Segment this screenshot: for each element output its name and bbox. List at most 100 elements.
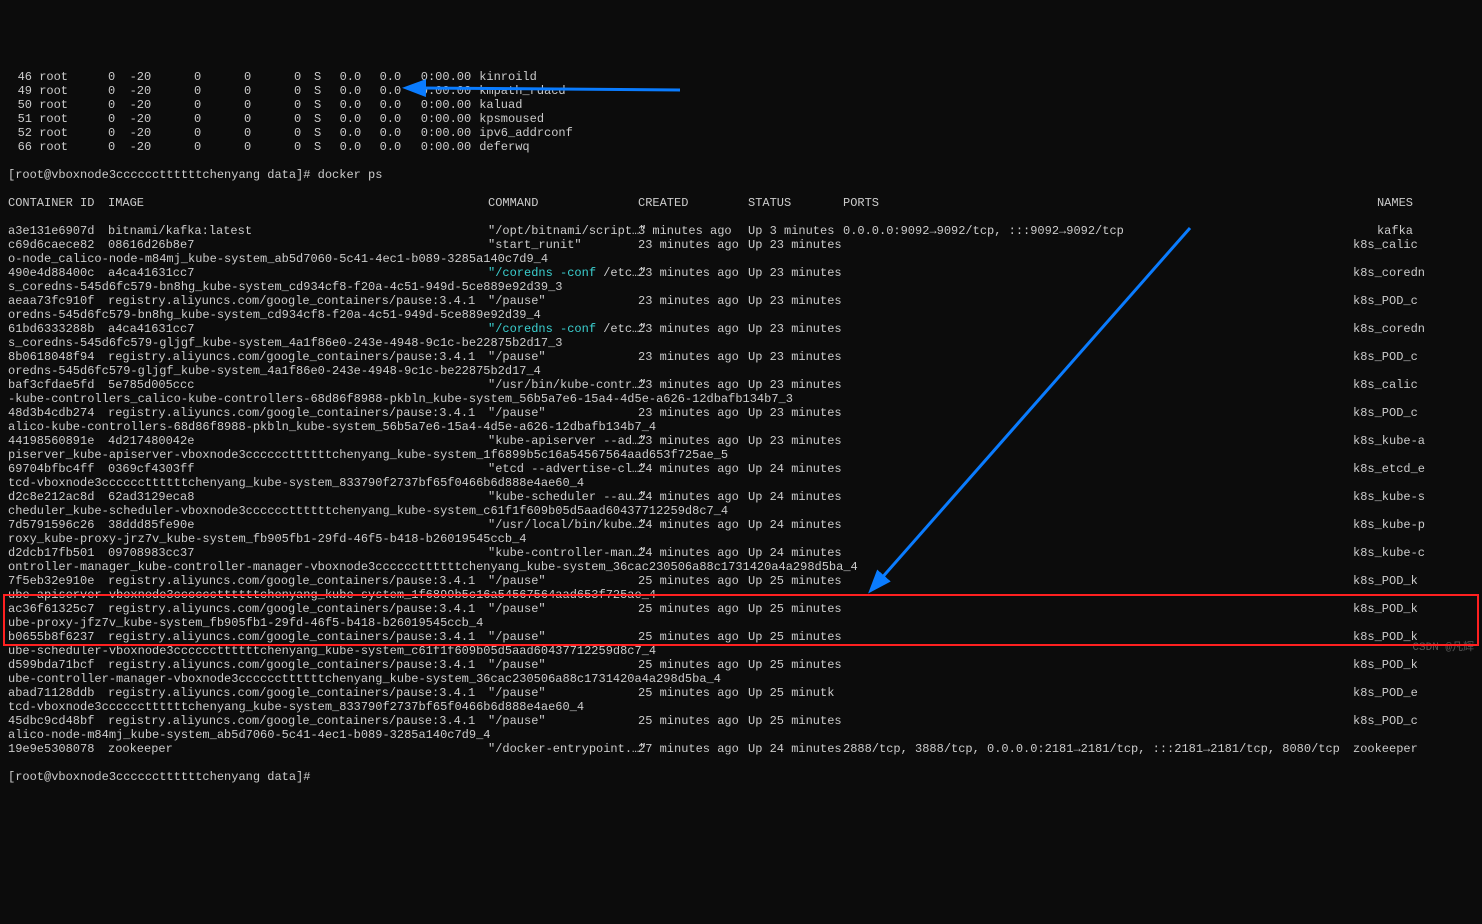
container-status: Up 24 minutes <box>748 490 843 504</box>
container-id: aeaa73fc910f <box>8 294 108 308</box>
container-status: Up 25 minutes <box>748 658 843 672</box>
container-image: 5e785d005ccc <box>108 378 488 392</box>
container-id: ac36f61325c7 <box>8 602 108 616</box>
header-created: CREATED <box>638 196 748 210</box>
container-name-wrap: alico-kube-controllers-68d86f8988-pkbln_… <box>8 420 1474 434</box>
container-created: 25 minutes ago <box>638 686 748 700</box>
container-command: "/pause" <box>488 658 638 672</box>
container-created: 25 minutes ago <box>638 630 748 644</box>
container-status: Up 23 minutes <box>748 266 843 280</box>
container-created: 24 minutes ago <box>638 490 748 504</box>
ps-row: 66 root0-20000S0.00.00:00.00deferwq <box>8 140 1474 154</box>
container-command: "kube-scheduler --au…" <box>488 490 638 504</box>
container-id: 19e9e5308078 <box>8 742 108 756</box>
container-id: 7f5eb32e910e <box>8 574 108 588</box>
container-created: 23 minutes ago <box>638 294 748 308</box>
container-image: 09708983cc37 <box>108 546 488 560</box>
container-name-wrap: o-node_calico-node-m84mj_kube-system_ab5… <box>8 252 1474 266</box>
ps-row: 49 root0-20000S0.00.00:00.00kmpath_rdacd <box>8 84 1474 98</box>
container-name: k8s_POD_c <box>1353 714 1413 728</box>
container-name-wrap: s_coredns-545d6fc579-gljgf_kube-system_4… <box>8 336 1474 350</box>
container-name-wrap: oredns-545d6fc579-gljgf_kube-system_4a1f… <box>8 364 1474 378</box>
container-row: d2c8e212ac8d62ad3129eca8"kube-scheduler … <box>8 490 1474 504</box>
container-id: c69d6caece82 <box>8 238 108 252</box>
container-name: k8s_calic <box>1353 238 1413 252</box>
container-image: registry.aliyuncs.com/google_containers/… <box>108 714 488 728</box>
container-id: 8b0618048f94 <box>8 350 108 364</box>
prompt-line-2[interactable]: [root@vboxnode3ccccccttttttchenyang data… <box>8 770 1474 784</box>
terminal-output[interactable]: 46 root0-20000S0.00.00:00.00kinroild49 r… <box>0 56 1482 798</box>
container-command: "/pause" <box>488 714 638 728</box>
container-name: zookeeper <box>1353 742 1413 756</box>
container-status: Up 24 minutes <box>748 462 843 476</box>
header-image: IMAGE <box>108 196 488 210</box>
container-row: a3e131e6907dbitnami/kafka:latest"/opt/bi… <box>8 224 1474 238</box>
container-name-wrap: ube-scheduler-vboxnode3ccccccttttttcheny… <box>8 644 1474 658</box>
container-image: 62ad3129eca8 <box>108 490 488 504</box>
container-created: 25 minutes ago <box>638 602 748 616</box>
container-name: k8s_coredn <box>1353 266 1413 280</box>
container-name-wrap: -kube-controllers_calico-kube-controller… <box>8 392 1474 406</box>
container-command: "/coredns -conf /etc…" <box>488 266 638 280</box>
container-row: 61bd6333288ba4ca41631cc7"/coredns -conf … <box>8 322 1474 336</box>
container-row: b0655b8f6237registry.aliyuncs.com/google… <box>8 630 1474 644</box>
container-name: k8s_POD_k <box>1353 602 1413 616</box>
container-command: "kube-apiserver --ad…" <box>488 434 638 448</box>
container-created: 23 minutes ago <box>638 266 748 280</box>
container-name-wrap: ube-apiserver-vboxnode3ccccccttttttcheny… <box>8 588 1474 602</box>
container-created: 23 minutes ago <box>638 434 748 448</box>
container-name-wrap: piserver_kube-apiserver-vboxnode3cccccct… <box>8 448 1474 462</box>
header-status: STATUS <box>748 196 843 210</box>
container-command: "etcd --advertise-cl…" <box>488 462 638 476</box>
container-command: "/pause" <box>488 686 638 700</box>
container-name: k8s_kube-a <box>1353 434 1413 448</box>
container-row: 45dbc9cd48bfregistry.aliyuncs.com/google… <box>8 714 1474 728</box>
container-row: 490e4d88400ca4ca41631cc7"/coredns -conf … <box>8 266 1474 280</box>
container-command: "/pause" <box>488 574 638 588</box>
container-image: 38ddd85fe90e <box>108 518 488 532</box>
container-row: c69d6caece8208616d26b8e7"start_runit"23 … <box>8 238 1474 252</box>
container-command: "kube-controller-man…" <box>488 546 638 560</box>
container-row: 8b0618048f94registry.aliyuncs.com/google… <box>8 350 1474 364</box>
container-name: k8s_POD_c <box>1353 406 1413 420</box>
container-row: 7d5791596c2638ddd85fe90e"/usr/local/bin/… <box>8 518 1474 532</box>
container-id: 48d3b4cdb274 <box>8 406 108 420</box>
container-created: 25 minutes ago <box>638 714 748 728</box>
container-id: d2dcb17fb501 <box>8 546 108 560</box>
container-status: Up 23 minutes <box>748 350 843 364</box>
container-id: b0655b8f6237 <box>8 630 108 644</box>
container-command: "/opt/bitnami/script…" <box>488 224 638 238</box>
container-row: 44198560891e4d217480042e"kube-apiserver … <box>8 434 1474 448</box>
container-status: Up 23 minutes <box>748 434 843 448</box>
container-image: 4d217480042e <box>108 434 488 448</box>
header-id: CONTAINER ID <box>8 196 108 210</box>
container-created: 24 minutes ago <box>638 462 748 476</box>
container-status: Up 25 minutes <box>748 714 843 728</box>
container-row: 48d3b4cdb274registry.aliyuncs.com/google… <box>8 406 1474 420</box>
container-created: 25 minutes ago <box>638 574 748 588</box>
container-status: Up 23 minutes <box>748 238 843 252</box>
container-created: 27 minutes ago <box>638 742 748 756</box>
container-row: abad71128ddbregistry.aliyuncs.com/google… <box>8 686 1474 700</box>
container-name: k8s_kube-s <box>1353 490 1413 504</box>
container-id: abad71128ddb <box>8 686 108 700</box>
container-created: 3 minutes ago <box>638 224 748 238</box>
ps-block: 46 root0-20000S0.00.00:00.00kinroild49 r… <box>8 70 1474 154</box>
container-name: k8s_POD_k <box>1353 630 1413 644</box>
container-image: registry.aliyuncs.com/google_containers/… <box>108 630 488 644</box>
container-created: 24 minutes ago <box>638 518 748 532</box>
ps-row: 50 root0-20000S0.00.00:00.00kaluad <box>8 98 1474 112</box>
container-id: 69704bfbc4ff <box>8 462 108 476</box>
container-command: "/pause" <box>488 294 638 308</box>
container-command: "/docker-entrypoint.…" <box>488 742 638 756</box>
container-name-wrap: s_coredns-545d6fc579-bn8hg_kube-system_c… <box>8 280 1474 294</box>
container-id: 44198560891e <box>8 434 108 448</box>
header-names: NAMES <box>1353 196 1413 210</box>
container-image: a4ca41631cc7 <box>108 322 488 336</box>
container-id: 490e4d88400c <box>8 266 108 280</box>
ps-row: 52 root0-20000S0.00.00:00.00ipv6_addrcon… <box>8 126 1474 140</box>
container-name-wrap: cheduler_kube-scheduler-vboxnode3cccccct… <box>8 504 1474 518</box>
container-name-wrap: roxy_kube-proxy-jrz7v_kube-system_fb905f… <box>8 532 1474 546</box>
container-image: zookeeper <box>108 742 488 756</box>
container-image: bitnami/kafka:latest <box>108 224 488 238</box>
